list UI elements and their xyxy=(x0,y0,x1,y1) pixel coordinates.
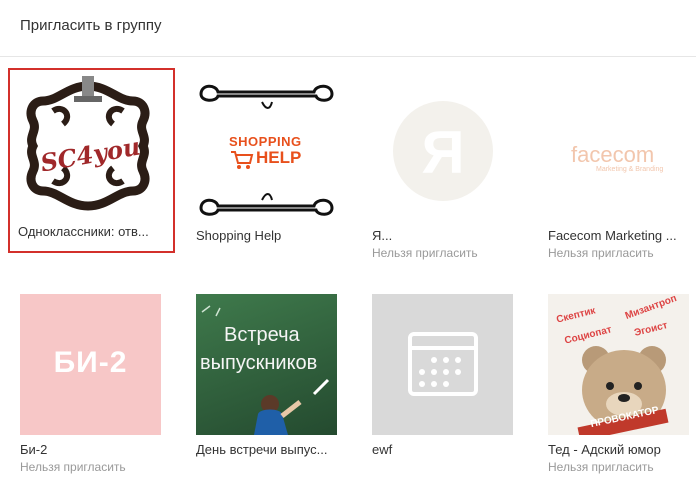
logo-text-top: SHOPPING xyxy=(229,134,302,149)
cart-icon xyxy=(231,151,254,169)
group-name: Facecom Marketing ... xyxy=(548,228,677,243)
logo-text-bottom: HELP xyxy=(256,148,302,167)
group-card-ted[interactable]: Скептик Социопат Эгоист Мизантроп ПРОВОК… xyxy=(538,286,696,474)
logo-text: facecom xyxy=(571,142,655,167)
group-logo-ya: Я xyxy=(372,80,513,221)
dialog-title: Пригласить в группу xyxy=(20,17,162,34)
group-card-ewf[interactable]: ewf xyxy=(362,286,522,468)
group-name: Shopping Help xyxy=(196,228,282,243)
avatar-letter: Я xyxy=(421,119,465,186)
group-card-facecom[interactable]: facecom Marketing & Branding Facecom Mar… xyxy=(538,72,696,260)
group-card-sc4you[interactable]: SC4you Одноклассники: отв... xyxy=(8,68,175,253)
logo-text: БИ-2 xyxy=(53,346,128,379)
group-name: Я... xyxy=(372,228,393,243)
group-logo-shopping-help: SHOPPING HELP xyxy=(196,80,337,221)
group-logo-facecom: facecom Marketing & Branding xyxy=(548,80,689,221)
invite-status: Нельзя пригласить xyxy=(372,246,478,260)
group-name: Би-2 xyxy=(20,442,48,457)
dialog-header: Пригласить в группу xyxy=(0,0,696,57)
group-logo-reunion: Встреча выпускников xyxy=(196,294,337,435)
group-card-bi2[interactable]: БИ-2 Би-2 Нельзя пригласить xyxy=(10,286,170,474)
group-logo-ewf xyxy=(372,294,513,435)
group-logo-sc4you: SC4you xyxy=(18,76,159,217)
group-card-ya[interactable]: Я Я... Нельзя пригласить xyxy=(362,72,522,260)
group-card-shopping-help[interactable]: SHOPPING HELP Shopping Help xyxy=(186,72,346,254)
group-name: Одноклассники: отв... xyxy=(18,224,149,239)
group-logo-bi2: БИ-2 xyxy=(20,294,161,435)
group-card-reunion[interactable]: Встреча выпускников День встречи выпус..… xyxy=(186,286,346,468)
group-name: День встречи выпус... xyxy=(196,442,328,457)
group-name: Тед - Адский юмор xyxy=(548,442,661,457)
invite-status: Нельзя пригласить xyxy=(548,246,654,260)
logo-subtext: Marketing & Branding xyxy=(596,166,664,173)
calendar-icon xyxy=(408,332,478,396)
invite-status: Нельзя пригласить xyxy=(548,460,654,474)
group-name: ewf xyxy=(372,442,393,457)
invite-status: Нельзя пригласить xyxy=(20,460,126,474)
child-chalkboard-icon xyxy=(201,305,330,435)
group-logo-ted: Скептик Социопат Эгоист Мизантроп ПРОВОК… xyxy=(548,294,689,435)
